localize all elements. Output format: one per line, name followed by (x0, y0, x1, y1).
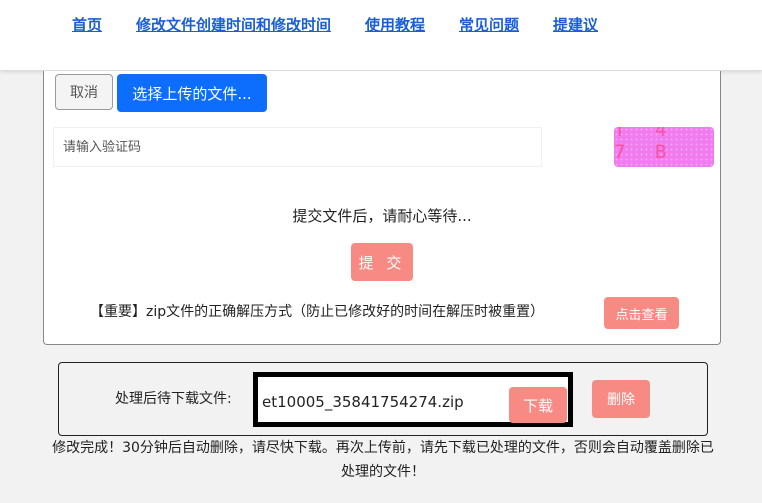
filename-highlight-frame: et10005_35841754274.zip 下载 (253, 372, 573, 427)
nav-faq-link[interactable]: 常见问题 (459, 14, 519, 35)
nav-home-link[interactable]: 首页 (72, 14, 102, 35)
view-instructions-button[interactable]: 点击查看 (604, 297, 679, 329)
nav-suggestion-link[interactable]: 提建议 (553, 14, 598, 35)
processed-filename: et10005_35841754274.zip (262, 393, 464, 411)
wait-message: 提交文件后，请耐心等待... (292, 207, 472, 225)
captcha-code: T 4 7 B (614, 127, 676, 163)
nav-tutorial-link[interactable]: 使用教程 (365, 14, 425, 35)
download-button[interactable]: 下载 (509, 387, 567, 423)
captcha-image[interactable]: T 4 7 B (614, 127, 714, 167)
cancel-button[interactable]: 取消 (55, 74, 113, 110)
captcha-input[interactable] (53, 127, 542, 167)
top-navigation: 首页 修改文件创建时间和修改时间 使用教程 常见问题 提建议 (0, 0, 762, 70)
completion-notice: 修改完成！30分钟后自动删除，请尽快下载。再次上传前，请先下载已处理的文件，否则… (52, 440, 714, 480)
nav-modify-time-link[interactable]: 修改文件创建时间和修改时间 (136, 14, 331, 35)
download-label: 处理后待下载文件: (115, 391, 232, 407)
submit-button[interactable]: 提 交 (351, 243, 413, 281)
download-panel: 处理后待下载文件: et10005_35841754274.zip 下载 删除 (58, 362, 708, 436)
important-note: 【重要】zip文件的正确解压方式（防止已修改好的时间在解压时被重置） (90, 304, 545, 320)
choose-file-button[interactable]: 选择上传的文件... (117, 74, 267, 112)
upload-panel: 取消 选择上传的文件... T 4 7 B 提交文件后，请耐心等待... 提 交… (43, 71, 721, 345)
delete-button[interactable]: 删除 (592, 380, 650, 418)
